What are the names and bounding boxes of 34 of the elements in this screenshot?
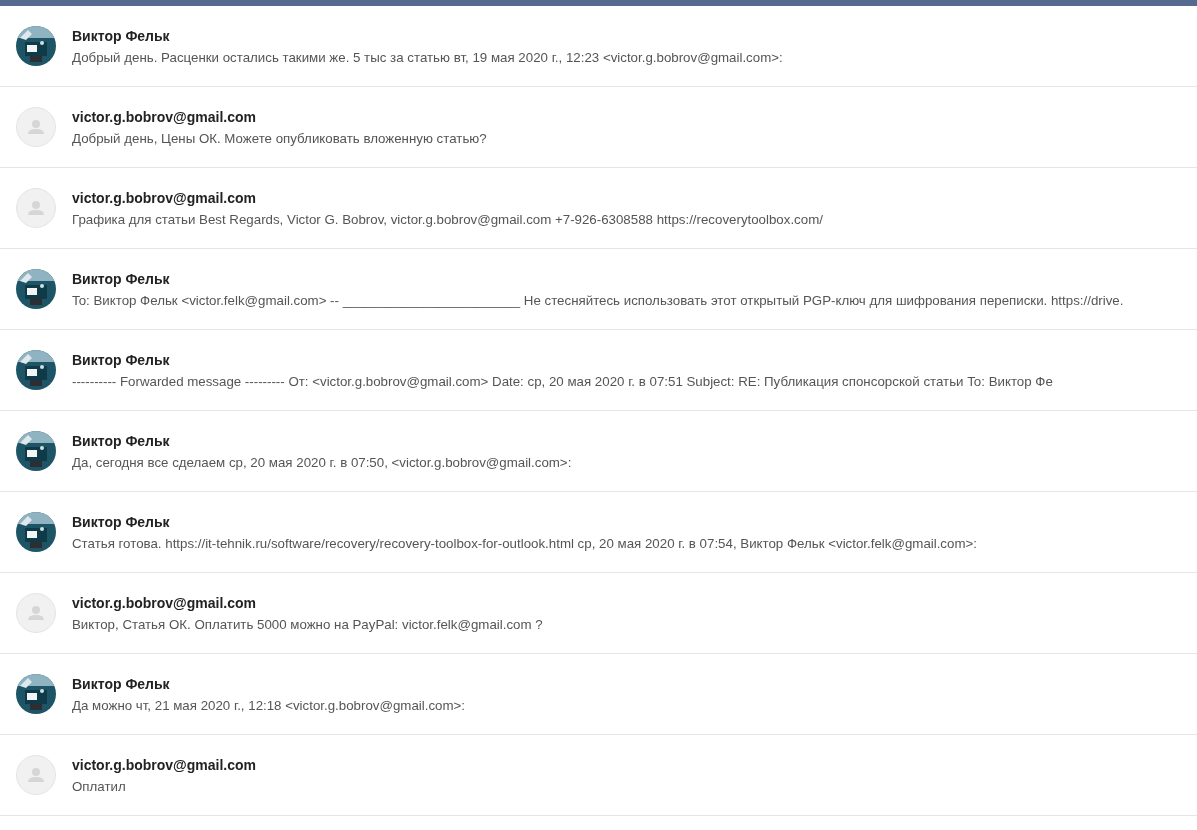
sender-name: victor.g.bobrov@gmail.com <box>72 108 258 125</box>
message-preview: Виктор, Статья ОК. Оплатить 5000 можно на PayPal: victor.felk@gmail.com ? <box>72 616 543 632</box>
message-row[interactable]: victor.g.bobrov@gmail.com Оплатил <box>0 735 1197 816</box>
message-row[interactable]: victor.g.bobrov@gmail.com Виктор, Статья ОК. Оплатить 5000 можно на PayPal: victor.felk@gmail.com ? <box>0 573 1197 654</box>
message-row[interactable]: Виктор Фельк ---------- Forwarded message --------- От: <victor.g.bobrov@gmail.com> Date: ср, 20 мая 2020 г. в 07:51 Subject: RE: Публикация спонсорской статьи To: Виктор Фе <box>0 330 1197 411</box>
message-row[interactable]: Виктор Фельк Да можно чт, 21 мая 2020 г., 12:18 <victor.g.bobrov@gmail.com>: <box>0 654 1197 735</box>
message-row[interactable]: Виктор Фельк Да, сегодня все сделаем ср, 20 мая 2020 г. в 07:50, <victor.g.bobrov@gmail.com>: <box>0 411 1197 492</box>
sender-name: Виктор Фельк <box>72 513 171 530</box>
avatar-icon <box>16 107 56 147</box>
avatar-icon <box>16 755 56 795</box>
message-row[interactable]: Виктор Фельк Добрый день. Расценки остались такими же. 5 тыс за статью вт, 19 мая 2020 г., 12:23 <victor.g.bobrov@gmail.com>: <box>0 6 1197 87</box>
sender-name: Виктор Фельк <box>72 675 171 692</box>
message-preview: To: Виктор Фельк <victor.felk@gmail.com> -- ________________________ Не стесняйтесь использовать этот открытый PGP-ключ для шифрования переписки. https://drive. <box>72 292 1124 308</box>
message-preview: Статья готова. https://it-tehnik.ru/software/recovery/recovery-toolbox-for-outlook.html ср, 20 мая 2020 г. в 07:54, Виктор Фельк <victor.felk@gmail.com>: <box>72 535 977 551</box>
message-preview: Графика для статьи Best Regards, Victor G. Bobrov, victor.g.bobrov@gmail.com +7-926-6308588 https://recoverytoolbox.com/ <box>72 211 823 227</box>
sender-name: Виктор Фельк <box>72 351 171 368</box>
sender-name: Виктор Фельк <box>72 270 171 287</box>
avatar-icon <box>16 593 56 633</box>
sender-name: victor.g.bobrov@gmail.com <box>72 756 257 773</box>
avatar-icon <box>16 188 56 228</box>
message-preview: Да можно чт, 21 мая 2020 г., 12:18 <victor.g.bobrov@gmail.com>: <box>72 697 465 713</box>
message-row[interactable]: Виктор Фельк Статья готова. https://it-tehnik.ru/software/recovery/recovery-toolbox-for-outlook.html ср, 20 мая 2020 г. в 07:54, Виктор Фельк <victor.felk@gmail.com>: <box>0 492 1197 573</box>
sender-name: victor.g.bobrov@gmail.com <box>72 594 258 611</box>
message-row[interactable]: victor.g.bobrov@gmail.com Графика для статьи Best Regards, Victor G. Bobrov, victor.g.bobrov@gmail.com +7-926-6308588 https://recoverytoolbox.com/ <box>0 168 1197 249</box>
sender-name: Виктор Фельк <box>72 432 171 449</box>
message-preview: Добрый день. Расценки остались такими же. 5 тыс за статью вт, 19 мая 2020 г., 12:23 <victor.g.bobrov@gmail.com>: <box>72 49 783 65</box>
message-preview: Да, сегодня все сделаем ср, 20 мая 2020 г. в 07:50, <victor.g.bobrov@gmail.com>: <box>72 454 572 470</box>
message-preview: ---------- Forwarded message --------- От: <victor.g.bobrov@gmail.com> Date: ср, 20 мая 2020 г. в 07:51 Subject: RE: Публикация спонсорской статьи To: Виктор Фе <box>72 373 1053 389</box>
message-preview: Добрый день, Цены ОК. Можете опубликовать вложенную статью? <box>72 130 487 146</box>
sender-name: victor.g.bobrov@gmail.com <box>72 189 258 206</box>
message-row[interactable]: Виктор Фельк To: Виктор Фельк <victor.felk@gmail.com> -- ________________________ Не стесняйтесь использовать этот открытый PGP-ключ для шифрования переписки. https://drive. <box>0 249 1197 330</box>
message-preview: Оплатил <box>72 778 127 794</box>
message-row[interactable]: victor.g.bobrov@gmail.com Добрый день, Цены ОК. Можете опубликовать вложенную статью? <box>0 87 1197 168</box>
sender-name: Виктор Фельк <box>72 27 171 44</box>
